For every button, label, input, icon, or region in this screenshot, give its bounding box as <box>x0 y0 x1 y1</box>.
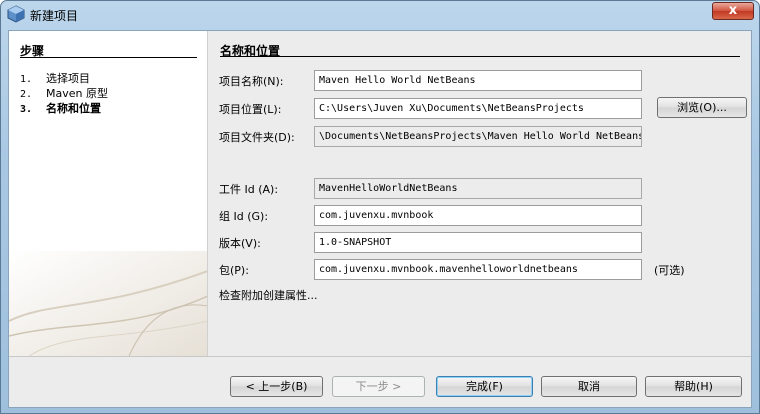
title-bar[interactable]: 新建项目 x <box>1 1 759 29</box>
project-name-input[interactable]: Maven Hello World NetBeans <box>314 70 642 91</box>
step-item-select-project: 1. 选择项目 <box>20 72 90 85</box>
form-panel: 名称和位置 项目名称(N): Maven Hello World NetBean… <box>208 31 751 356</box>
step-label: 选择项目 <box>46 72 90 85</box>
dialog-client-area: 步骤 1. 选择项目 2. Maven 原型 3. 名称和位置 名称和位置 项目… <box>8 30 752 408</box>
close-icon: x <box>728 3 738 18</box>
group-id-label: 组 Id (G): <box>219 210 269 223</box>
button-bar-divider <box>9 356 751 357</box>
project-folder-label: 项目文件夹(D): <box>219 131 295 144</box>
step-item-name-location: 3. 名称和位置 <box>20 102 101 115</box>
version-label: 版本(V): <box>219 237 261 250</box>
package-input[interactable]: com.juvenxu.mvnbook.mavenhelloworldnetbe… <box>314 259 642 280</box>
project-name-label: 项目名称(N): <box>219 75 284 88</box>
dialog-window: 新建项目 x 步骤 1. 选择项目 2. Maven 原型 3. 名称和位置 名… <box>0 0 760 414</box>
steps-panel: 步骤 1. 选择项目 2. Maven 原型 3. 名称和位置 <box>9 31 208 356</box>
version-input[interactable]: 1.0-SNAPSHOT <box>314 232 642 253</box>
cancel-button[interactable]: 取消 <box>541 376 637 397</box>
next-button[interactable]: 下一步 > <box>332 376 425 397</box>
project-location-input[interactable]: C:\Users\Juven Xu\Documents\NetBeansProj… <box>314 98 642 119</box>
project-folder-field: \Documents\NetBeansProjects\Maven Hello … <box>314 126 642 147</box>
form-divider <box>220 56 740 57</box>
browse-button[interactable]: 浏览(O)... <box>657 97 747 118</box>
step-label: Maven 原型 <box>46 87 108 100</box>
window-title: 新建项目 <box>30 9 79 23</box>
step-item-maven-archetype: 2. Maven 原型 <box>20 87 108 100</box>
decorative-swirl-graphic <box>9 251 207 356</box>
step-label: 名称和位置 <box>46 102 101 115</box>
help-button[interactable]: 帮助(H) <box>645 376 742 397</box>
project-location-label: 项目位置(L): <box>219 103 282 116</box>
back-button[interactable]: < 上一步(B) <box>230 376 323 397</box>
artifact-id-field: MavenHelloWorldNetBeans <box>314 178 642 199</box>
close-button[interactable]: x <box>712 2 754 20</box>
optional-hint: (可选) <box>654 264 685 277</box>
finish-button[interactable]: 完成(F) <box>436 376 533 397</box>
netbeans-app-icon <box>7 5 25 23</box>
group-id-input[interactable]: com.juvenxu.mvnbook <box>314 205 642 226</box>
artifact-id-label: 工件 Id (A): <box>219 183 279 196</box>
package-label: 包(P): <box>219 264 249 277</box>
additional-properties-link[interactable]: 检查附加创建属性... <box>219 287 318 303</box>
steps-divider <box>20 57 197 58</box>
